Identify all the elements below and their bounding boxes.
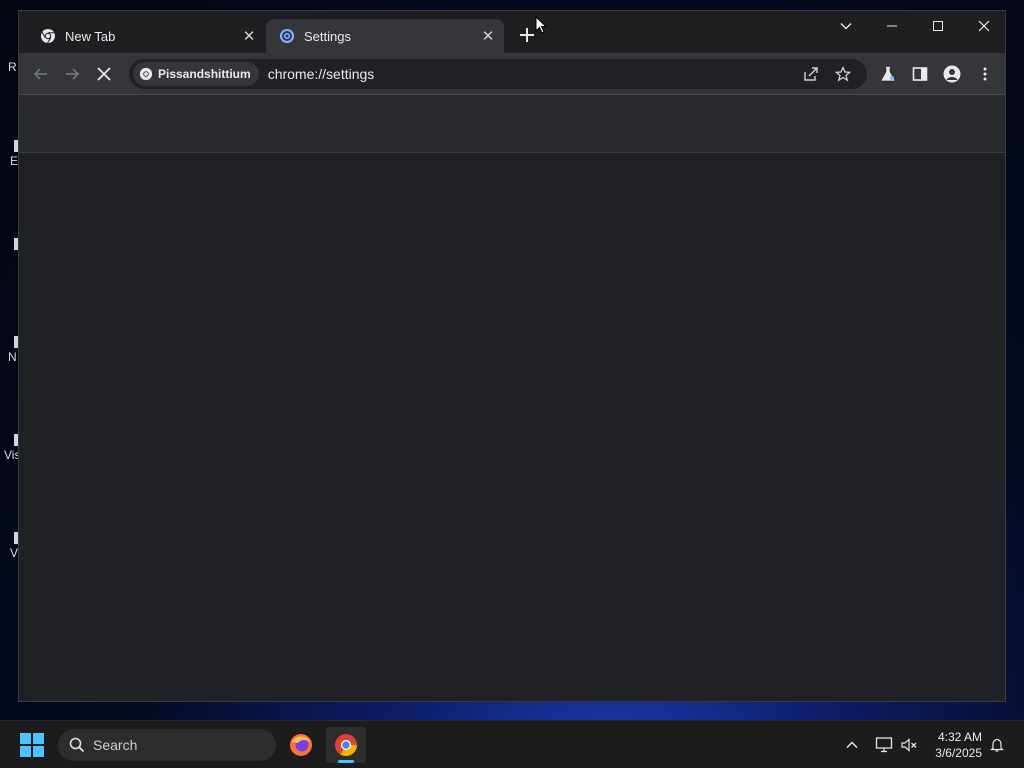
browser-toolbar: Pissandshittium chrome://settings bbox=[19, 53, 1005, 95]
show-hidden-icons-button[interactable] bbox=[842, 735, 862, 755]
tab-new-tab[interactable]: New Tab ✕ bbox=[27, 19, 265, 53]
close-icon bbox=[97, 67, 111, 81]
star-icon bbox=[835, 66, 851, 82]
close-tab-icon[interactable]: ✕ bbox=[239, 26, 259, 46]
desktop-icon-label: N bbox=[8, 350, 17, 364]
arrow-left-icon bbox=[33, 68, 47, 80]
tab-search-button[interactable] bbox=[823, 11, 869, 41]
address-bar[interactable]: Pissandshittium chrome://settings bbox=[129, 59, 867, 89]
url-text[interactable]: chrome://settings bbox=[268, 66, 375, 82]
side-panel-icon bbox=[912, 67, 928, 81]
browser-window: New Tab ✕ Settings ✕ Pissandshittium chr… bbox=[18, 10, 1006, 702]
settings-header-bar bbox=[19, 95, 1005, 153]
desktop-icon-label: R bbox=[8, 60, 17, 74]
minimize-button[interactable] bbox=[869, 11, 915, 41]
desktop-icon-6[interactable]: V bbox=[0, 532, 20, 560]
desktop-icon-1[interactable]: R bbox=[0, 58, 18, 74]
windows-logo-icon bbox=[20, 733, 44, 757]
profile-button[interactable] bbox=[940, 62, 964, 86]
profile-icon bbox=[943, 65, 961, 83]
maximize-button[interactable] bbox=[915, 11, 961, 41]
desktop-icon-4[interactable]: N bbox=[0, 336, 20, 364]
start-button[interactable] bbox=[20, 733, 44, 757]
new-tab-button[interactable] bbox=[517, 25, 537, 45]
taskbar-chromium[interactable] bbox=[326, 727, 366, 763]
close-tab-icon[interactable]: ✕ bbox=[478, 26, 498, 46]
menu-button[interactable] bbox=[973, 62, 997, 86]
stop-loading-button[interactable] bbox=[92, 62, 116, 86]
arrow-right-icon bbox=[66, 68, 80, 80]
taskbar-search[interactable]: Search bbox=[58, 729, 276, 761]
close-window-button[interactable] bbox=[961, 11, 1007, 41]
firefox-icon bbox=[290, 734, 312, 756]
notifications-button[interactable] bbox=[987, 735, 1007, 755]
mouse-cursor-icon bbox=[535, 16, 547, 34]
system-clock[interactable]: 4:32 AM 3/6/2025 bbox=[935, 729, 982, 761]
tab-title: Settings bbox=[304, 28, 351, 44]
forward-button[interactable] bbox=[60, 62, 84, 86]
tab-settings[interactable]: Settings ✕ bbox=[266, 19, 504, 53]
desktop-icon-5[interactable]: Vis bbox=[0, 434, 21, 462]
clock-date: 3/6/2025 bbox=[935, 746, 982, 760]
minimize-icon bbox=[887, 25, 897, 27]
flask-icon bbox=[881, 66, 895, 81]
close-icon bbox=[978, 20, 990, 32]
taskbar: Search 4:32 AM 3/6/2025 bbox=[0, 720, 1024, 768]
labs-button[interactable] bbox=[876, 62, 900, 86]
active-app-indicator bbox=[338, 760, 354, 763]
bookmark-button[interactable] bbox=[831, 62, 855, 86]
volume-button[interactable] bbox=[899, 735, 919, 755]
maximize-icon bbox=[933, 21, 943, 31]
chrome-icon bbox=[139, 67, 153, 81]
side-panel-button[interactable] bbox=[908, 62, 932, 86]
desktop-icon-3[interactable] bbox=[0, 238, 20, 250]
desktop-icon-label: V bbox=[10, 546, 19, 560]
search-placeholder: Search bbox=[93, 737, 138, 753]
speaker-muted-icon bbox=[901, 738, 917, 752]
clock-time: 4:32 AM bbox=[937, 730, 982, 744]
network-status-button[interactable] bbox=[874, 735, 894, 755]
taskbar-firefox[interactable] bbox=[281, 727, 321, 763]
share-icon bbox=[804, 67, 818, 81]
chromium-icon bbox=[335, 734, 357, 756]
desktop-icon-2[interactable]: E bbox=[0, 140, 20, 168]
network-monitor-icon bbox=[875, 737, 893, 753]
plus-icon bbox=[520, 28, 534, 42]
site-info-chip[interactable]: Pissandshittium bbox=[133, 62, 259, 86]
bell-icon bbox=[990, 738, 1004, 752]
desktop-icon-label: Vis bbox=[4, 448, 21, 462]
tab-strip: New Tab ✕ Settings ✕ bbox=[19, 11, 1005, 53]
settings-gear-icon bbox=[280, 29, 294, 43]
site-info-label: Pissandshittium bbox=[158, 67, 251, 81]
chevron-up-icon bbox=[846, 741, 858, 749]
chevron-down-icon bbox=[840, 23, 852, 30]
desktop-icon-label: E bbox=[10, 154, 19, 168]
share-button[interactable] bbox=[799, 62, 823, 86]
back-button[interactable] bbox=[29, 62, 53, 86]
page-content bbox=[19, 153, 1005, 701]
tab-title: New Tab bbox=[65, 28, 116, 44]
chrome-icon bbox=[41, 29, 55, 44]
kebab-menu-icon bbox=[983, 67, 987, 81]
search-icon bbox=[69, 737, 85, 753]
